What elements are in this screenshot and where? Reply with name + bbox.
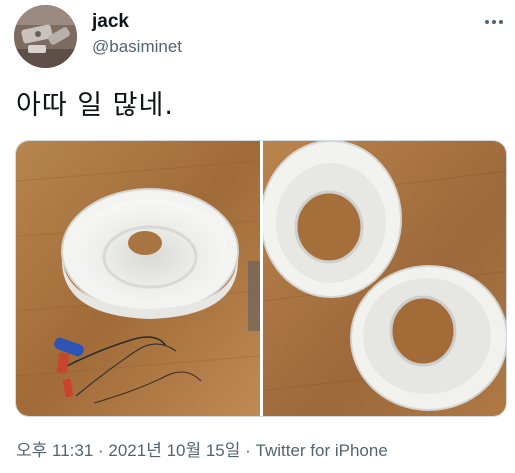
more-horizontal-icon[interactable] <box>482 10 506 34</box>
meta-separator: · <box>240 441 256 460</box>
timestamp[interactable]: 오후 11:31 · 2021년 10월 15일 <box>16 441 240 460</box>
user-handle[interactable]: @basiminet <box>92 36 182 58</box>
tweet: jack @basiminet 아따 일 많네. 오후 11:31 · 2021… <box>0 0 515 473</box>
tweet-source[interactable]: Twitter for iPhone <box>256 441 388 460</box>
photo-right[interactable] <box>263 141 506 416</box>
photo-left[interactable] <box>16 141 260 416</box>
tweet-text: 아따 일 많네. <box>16 90 174 121</box>
avatar-image <box>14 5 77 68</box>
avatar[interactable] <box>14 5 77 68</box>
media-grid <box>15 140 507 417</box>
display-name[interactable]: jack <box>92 10 129 34</box>
tweet-metadata: 오후 11:31 · 2021년 10월 15일 · Twitter for i… <box>16 440 388 462</box>
